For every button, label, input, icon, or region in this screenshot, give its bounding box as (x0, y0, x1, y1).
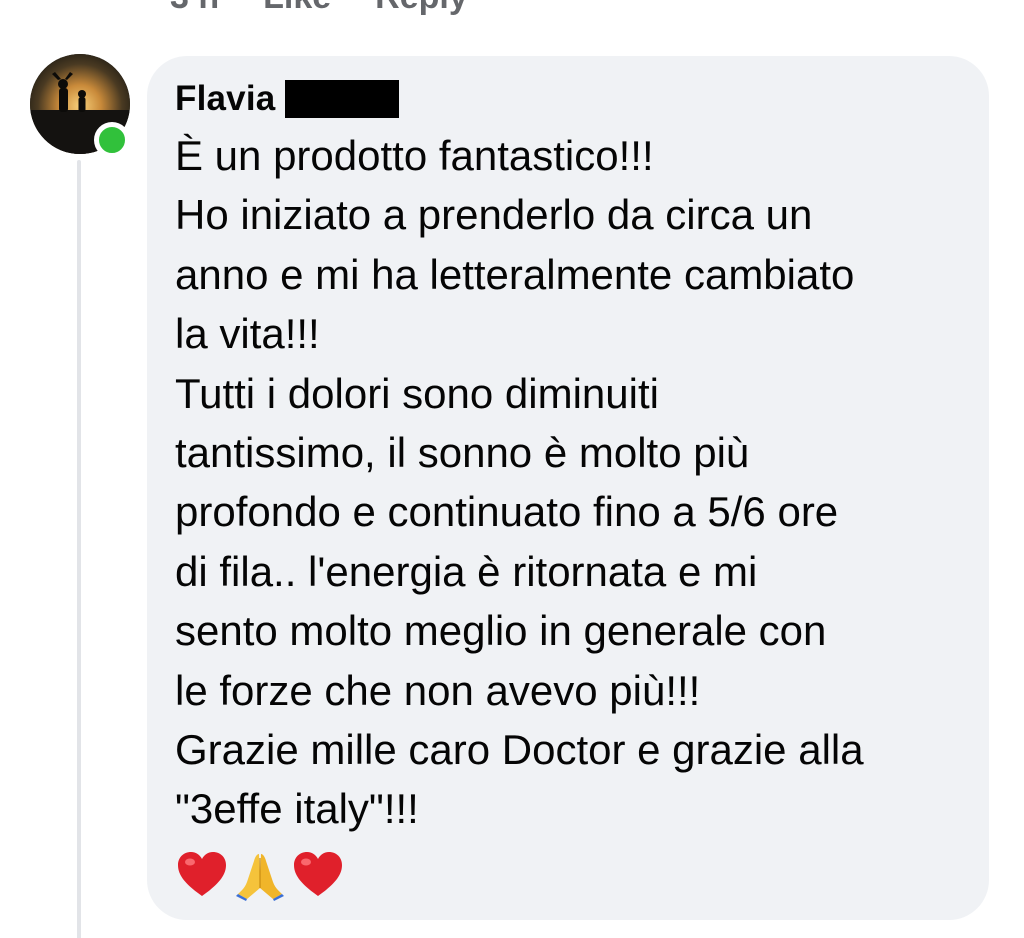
comment-line: sento molto meglio in generale con (175, 607, 827, 655)
comment-line: profondo e continuato fino a 5/6 ore (175, 488, 839, 536)
comment-timestamp: 3 h (170, 0, 219, 17)
like-link[interactable]: Like (263, 0, 331, 17)
red-heart-icon (294, 851, 342, 896)
comment-line: tantissimo, il sonno è molto più (175, 429, 750, 477)
red-heart-icon (178, 851, 226, 896)
folded-hands-icon (236, 853, 284, 901)
comment-line: Grazie mille caro Doctor e grazie alla (175, 726, 864, 774)
comment-line: le forze che non avevo più!!! (175, 666, 701, 714)
comment-line: la vita!!! (175, 310, 320, 358)
comment-line: di fila.. l'energia è ritornata e mi (175, 547, 758, 595)
redacted-surname (285, 80, 400, 118)
comment-line: È un prodotto fantastico!!! (175, 132, 654, 179)
previous-comment-actions: 3 h Like Reply (170, 0, 468, 17)
online-status-indicator (94, 122, 130, 158)
comment-line: "3effe italy"!!! (175, 785, 419, 833)
comment-body: È un prodotto fantastico!!! Ho iniziato … (175, 126, 961, 839)
comment-line: Tutti i dolori sono diminuiti (175, 369, 659, 417)
comment-author-name[interactable]: Flavia (175, 79, 275, 119)
emoji-row (175, 845, 961, 905)
comment-bubble: Flavia È un prodotto fantastico!!! Ho in… (147, 56, 989, 920)
comment-thread: 3 h Like Reply (0, 0, 1024, 938)
reply-link[interactable]: Reply (375, 0, 468, 17)
comment-line: anno e mi ha letteralmente cambiato (175, 250, 855, 298)
comment-author-row: Flavia (175, 74, 961, 124)
comment-line: Ho iniziato a prenderlo da circa un (175, 191, 813, 239)
reply-thread-line (77, 160, 81, 938)
